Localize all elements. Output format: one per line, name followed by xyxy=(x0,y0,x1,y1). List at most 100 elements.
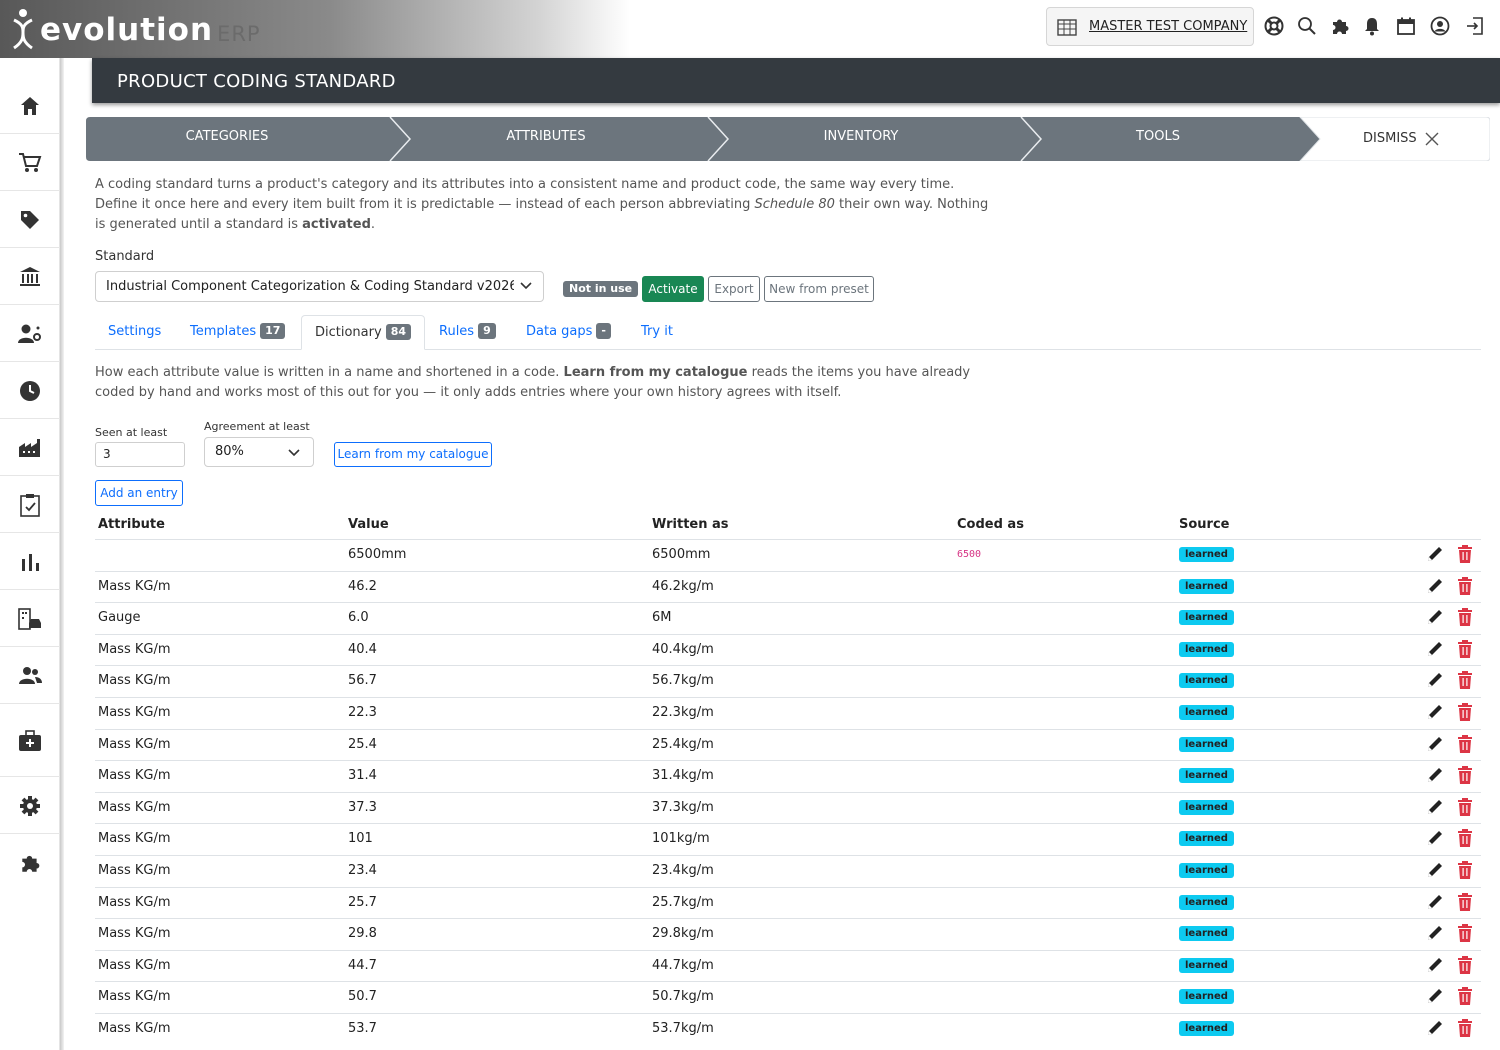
sidebar-item-sales[interactable] xyxy=(0,135,60,191)
app-logo[interactable]: evolution ERP xyxy=(10,8,261,52)
trash-icon[interactable] xyxy=(1457,987,1473,1006)
column-header-value: Value xyxy=(348,517,389,532)
edit-icon[interactable] xyxy=(1426,577,1444,595)
step-tools[interactable]: TOOLS xyxy=(1036,117,1280,161)
rules-count-badge: 9 xyxy=(478,323,496,339)
dna-logo-icon xyxy=(13,9,33,50)
activate-button[interactable]: Activate xyxy=(642,276,704,302)
trash-icon[interactable] xyxy=(1457,955,1473,974)
add-entry-button[interactable]: Add an entry xyxy=(95,480,183,506)
trash-icon[interactable] xyxy=(1457,576,1473,595)
cell-attribute: Mass KG/m xyxy=(98,641,171,657)
tab-try-it[interactable]: Try it xyxy=(641,315,673,350)
table-row: Mass KG/m 53.7 53.7kg/m learned xyxy=(95,1013,1481,1045)
sidebar-item-hr[interactable] xyxy=(0,306,60,362)
trash-icon[interactable] xyxy=(1457,892,1473,911)
edit-icon[interactable] xyxy=(1426,956,1444,974)
tab-rules[interactable]: Rules 9 xyxy=(439,315,496,350)
sidebar-item-settings[interactable] xyxy=(0,778,60,834)
sidebar-item-reports[interactable] xyxy=(0,534,60,590)
cell-attribute: Mass KG/m xyxy=(98,957,171,973)
cell-value: 29.8 xyxy=(348,926,377,942)
trash-icon[interactable] xyxy=(1457,1019,1473,1037)
lifebuoy-icon[interactable] xyxy=(1263,15,1285,37)
trash-icon[interactable] xyxy=(1457,829,1473,848)
table-row: Mass KG/m 46.2 46.2kg/m learned xyxy=(95,570,1481,603)
tab-data-gaps[interactable]: Data gaps - xyxy=(526,315,611,350)
calendar-icon[interactable] xyxy=(1395,15,1417,37)
data-gaps-count-badge: - xyxy=(596,323,611,339)
dismiss-button[interactable]: DISMISS xyxy=(1363,117,1439,161)
standard-select[interactable]: Industrial Component Categorization & Co… xyxy=(95,271,544,302)
table-row: Mass KG/m 25.4 25.4kg/m learned xyxy=(95,728,1481,761)
sidebar-item-contacts[interactable] xyxy=(0,648,60,704)
trash-icon[interactable] xyxy=(1457,861,1473,879)
sidebar-item-plugins[interactable] xyxy=(0,835,60,891)
source-badge: learned xyxy=(1179,989,1234,1005)
seen-at-least-input[interactable]: 3 xyxy=(95,442,185,467)
table-row: 6500mm 6500mm 6500 learned xyxy=(95,539,1481,571)
puzzle-icon[interactable] xyxy=(1329,15,1351,37)
trash-icon[interactable] xyxy=(1457,766,1473,785)
edit-icon[interactable] xyxy=(1426,766,1444,784)
edit-icon[interactable] xyxy=(1426,545,1444,563)
search-icon[interactable] xyxy=(1296,15,1318,37)
medical-kit-icon xyxy=(19,729,41,751)
source-badge: learned xyxy=(1179,957,1234,973)
bell-icon[interactable] xyxy=(1361,15,1383,37)
standard-label: Standard xyxy=(95,249,155,264)
edit-icon[interactable] xyxy=(1426,987,1444,1005)
company-selector[interactable]: MASTER TEST COMPANY xyxy=(1046,7,1254,46)
sidebar-item-finance[interactable] xyxy=(0,249,60,305)
edit-icon[interactable] xyxy=(1426,829,1444,847)
sidebar-item-manufacturing[interactable] xyxy=(0,420,60,476)
edit-icon[interactable] xyxy=(1426,798,1444,816)
edit-icon[interactable] xyxy=(1426,671,1444,689)
trash-icon[interactable] xyxy=(1457,671,1473,690)
edit-icon[interactable] xyxy=(1426,1019,1444,1037)
source-badge: learned xyxy=(1179,1021,1234,1036)
edit-icon[interactable] xyxy=(1426,608,1444,626)
sidebar-item-home[interactable] xyxy=(0,78,60,134)
step-categories[interactable]: CATEGORIES xyxy=(86,117,368,161)
cell-attribute: Mass KG/m xyxy=(98,863,171,878)
logout-icon[interactable] xyxy=(1464,15,1486,37)
step-attributes[interactable]: ATTRIBUTES xyxy=(406,117,686,161)
trash-icon[interactable] xyxy=(1457,797,1473,816)
trash-icon[interactable] xyxy=(1457,703,1473,721)
table-row: Mass KG/m 44.7 44.7kg/m learned xyxy=(95,949,1481,982)
sidebar-item-health[interactable] xyxy=(0,705,60,777)
sidebar-item-projects[interactable] xyxy=(0,477,60,533)
edit-icon[interactable] xyxy=(1426,861,1444,879)
seen-at-least-label: Seen at least xyxy=(95,426,168,439)
edit-icon[interactable] xyxy=(1426,924,1444,942)
edit-icon[interactable] xyxy=(1426,893,1444,911)
sidebar-item-products[interactable] xyxy=(0,192,60,248)
user-circle-icon[interactable] xyxy=(1429,15,1451,37)
edit-icon[interactable] xyxy=(1426,703,1444,721)
tab-dictionary[interactable]: Dictionary 84 xyxy=(301,315,425,350)
export-button[interactable]: Export xyxy=(708,276,760,302)
trash-icon[interactable] xyxy=(1457,924,1473,943)
agreement-at-least-select[interactable]: 80% xyxy=(204,437,314,467)
trash-icon[interactable] xyxy=(1457,639,1473,658)
tab-templates[interactable]: Templates 17 xyxy=(190,315,286,350)
trash-icon[interactable] xyxy=(1457,608,1473,627)
sidebar-item-fleet[interactable] xyxy=(0,591,60,647)
trash-icon[interactable] xyxy=(1457,734,1473,753)
step-wizard: CATEGORIES ATTRIBUTES INVENTORY TOOLS DI… xyxy=(86,117,1490,161)
cell-written-as: 23.4kg/m xyxy=(652,863,714,878)
home-icon xyxy=(21,96,39,115)
cell-written-as: 53.7kg/m xyxy=(652,1021,714,1036)
intro-line-1: A coding standard turns a product's cate… xyxy=(95,177,955,192)
trash-icon[interactable] xyxy=(1457,545,1473,563)
cell-attribute: Mass KG/m xyxy=(98,894,171,910)
sidebar-shadow xyxy=(60,58,64,1050)
tab-settings[interactable]: Settings xyxy=(108,315,161,350)
edit-icon[interactable] xyxy=(1426,640,1444,658)
new-from-preset-button[interactable]: New from preset xyxy=(764,276,874,302)
step-inventory[interactable]: INVENTORY xyxy=(722,117,1000,161)
learn-from-catalogue-button[interactable]: Learn from my catalogue xyxy=(334,442,492,467)
sidebar-item-time[interactable] xyxy=(0,363,60,419)
edit-icon[interactable] xyxy=(1426,735,1444,753)
